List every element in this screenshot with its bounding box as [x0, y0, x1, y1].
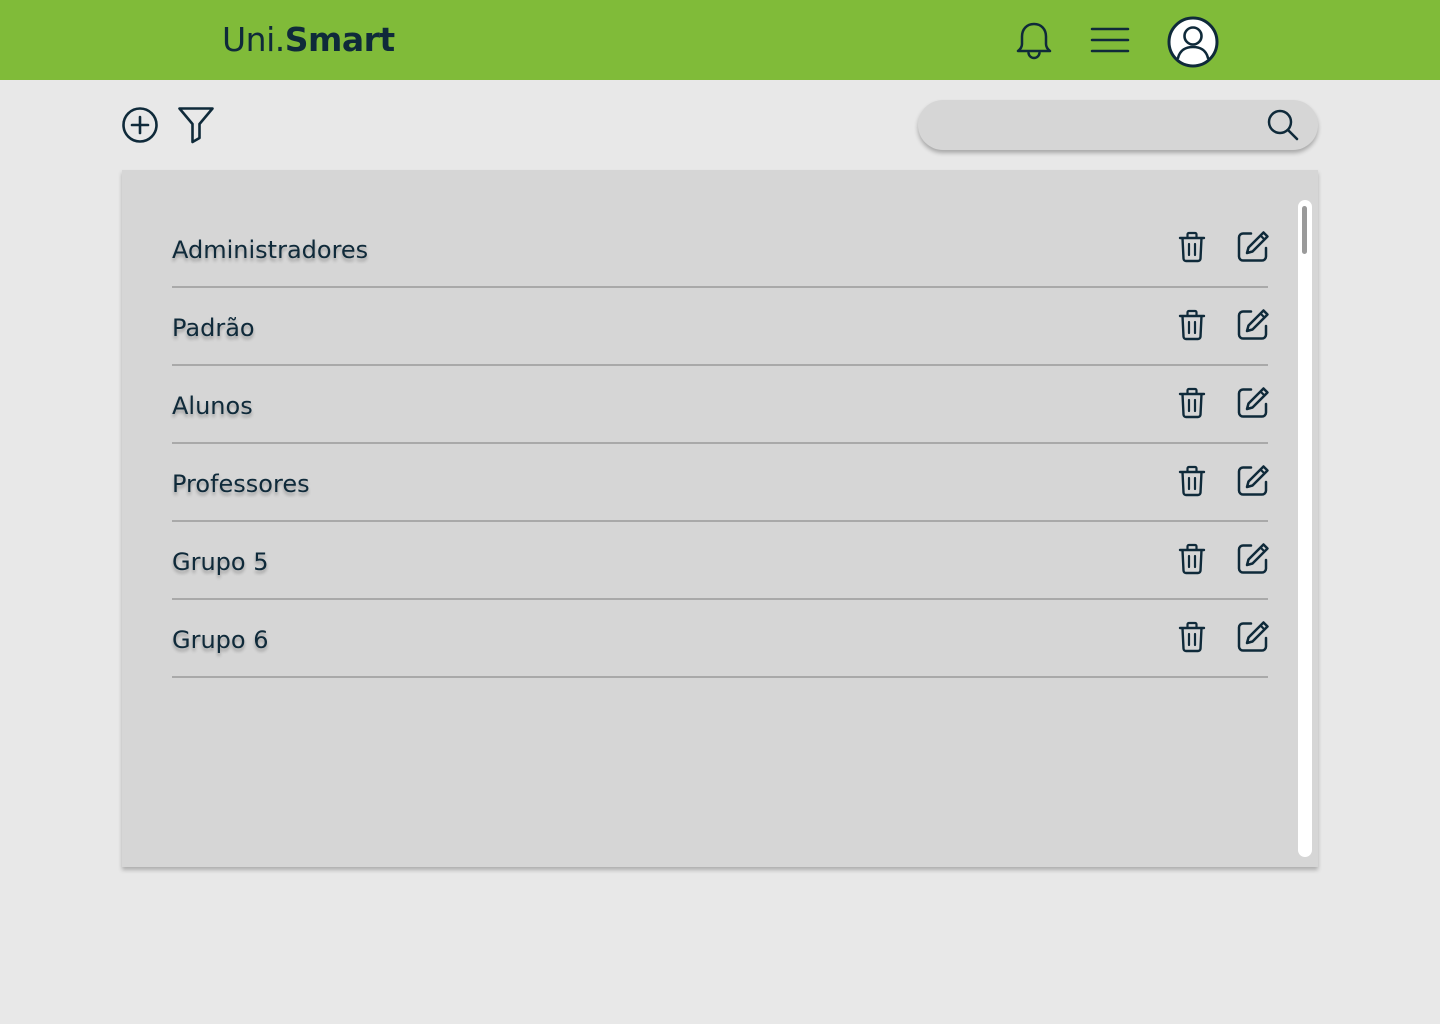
list-item-label: Professores	[172, 470, 310, 498]
edit-icon[interactable]	[1236, 386, 1270, 420]
list-item[interactable]: Padrão	[172, 288, 1270, 366]
scrollbar-track[interactable]	[1298, 200, 1312, 857]
trash-icon[interactable]	[1178, 387, 1206, 419]
edit-icon[interactable]	[1236, 620, 1270, 654]
top-bar: Uni.Smart	[0, 0, 1440, 80]
search-input[interactable]	[940, 110, 1260, 140]
list-item[interactable]: Grupo 5	[172, 522, 1270, 600]
search-box	[918, 100, 1318, 150]
search-icon[interactable]	[1266, 108, 1300, 142]
edit-icon[interactable]	[1236, 464, 1270, 498]
filter-icon[interactable]	[177, 106, 215, 144]
logo-text-smart: Smart	[284, 20, 395, 59]
app-logo[interactable]: Uni.Smart	[222, 20, 395, 60]
list-item-label: Administradores	[172, 236, 369, 264]
list-item[interactable]: Administradores	[172, 210, 1270, 288]
trash-icon[interactable]	[1178, 621, 1206, 653]
edit-icon[interactable]	[1236, 308, 1270, 342]
list-item-label: Grupo 6	[172, 626, 269, 654]
list-item[interactable]: Grupo 6	[172, 600, 1270, 678]
list-item[interactable]: Alunos	[172, 366, 1270, 444]
trash-icon[interactable]	[1178, 465, 1206, 497]
trash-icon[interactable]	[1178, 309, 1206, 341]
edit-icon[interactable]	[1236, 542, 1270, 576]
groups-list-panel: Administradores Padrão Alunos Professore…	[122, 170, 1318, 867]
bell-icon[interactable]	[1014, 20, 1054, 62]
scrollbar-thumb[interactable]	[1302, 206, 1307, 254]
list-item[interactable]: Professores	[172, 444, 1270, 522]
menu-icon[interactable]	[1090, 26, 1130, 56]
logo-text-uni: Uni.	[222, 20, 285, 59]
list-item-label: Alunos	[172, 392, 253, 420]
list-item-label: Padrão	[172, 314, 255, 342]
list-item-label: Grupo 5	[172, 548, 269, 576]
user-avatar-icon[interactable]	[1167, 16, 1219, 68]
add-circle-icon[interactable]	[121, 106, 159, 144]
trash-icon[interactable]	[1178, 231, 1206, 263]
edit-icon[interactable]	[1236, 230, 1270, 264]
trash-icon[interactable]	[1178, 543, 1206, 575]
